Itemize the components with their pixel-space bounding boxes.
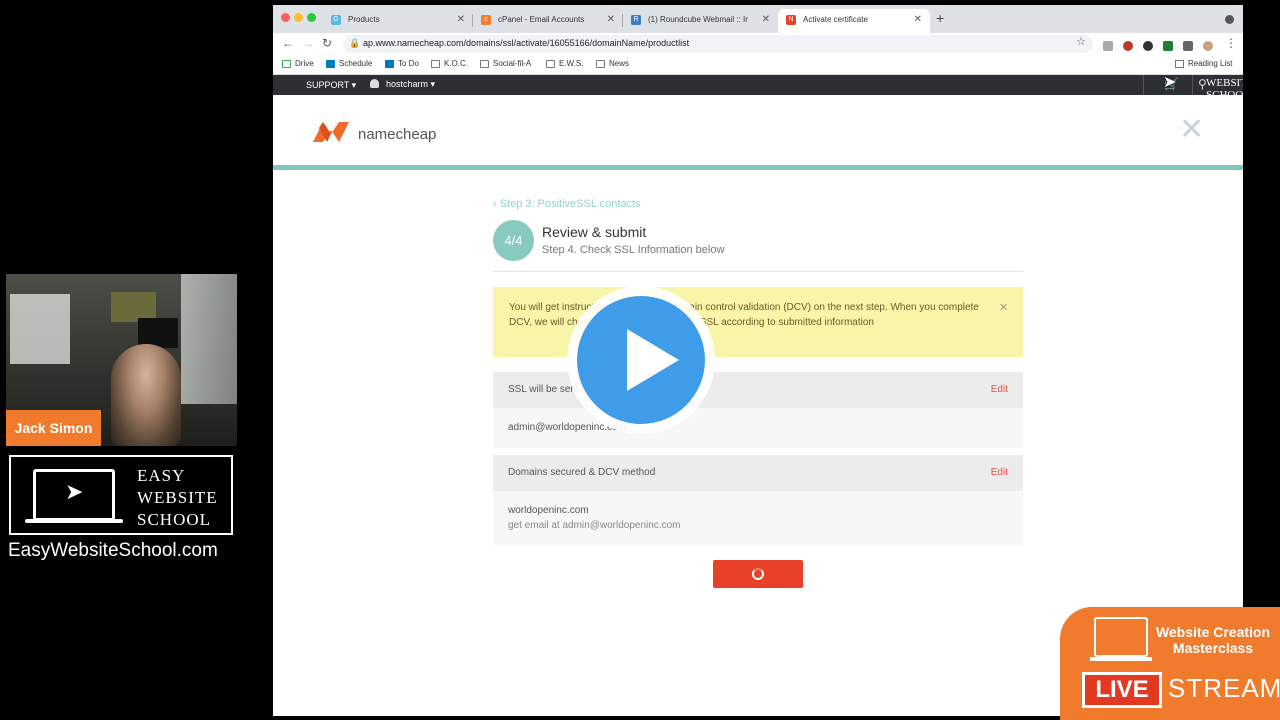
presenter (111, 344, 181, 446)
reading-list-icon (1175, 60, 1184, 68)
live-badge: LIVE (1082, 672, 1162, 708)
loading-spinner-icon (752, 568, 764, 580)
cursor-icon: ➤ (65, 479, 84, 504)
zoom-window-button[interactable] (307, 13, 316, 22)
bookmark-ews[interactable]: E.W.S. (546, 59, 583, 68)
stream-label: STREAM (1168, 673, 1280, 703)
folder-icon (480, 60, 489, 68)
tab-bar: G Products ✕ c cPanel - Email Accounts ✕… (273, 5, 1243, 33)
namecheap-header: namecheap ✕ (273, 95, 1243, 170)
close-window-button[interactable] (281, 13, 290, 22)
logo-line-1: EASY (137, 466, 186, 485)
extension-icon[interactable] (1123, 41, 1133, 51)
forward-arrow-icon[interactable]: → (302, 36, 314, 50)
presenter-name-badge: Jack Simon (6, 410, 101, 446)
user-menu[interactable]: hostcharm ▾ (370, 79, 435, 90)
lock-icon[interactable]: 🔒 (349, 38, 360, 49)
bookmark-social[interactable]: Social-fil-A (480, 59, 531, 68)
secured-domain: worldopeninc.com (508, 505, 589, 516)
close-icon[interactable]: ✕ (457, 9, 465, 31)
masterclass-promo: Website Creation Masterclass LIVE STREAM (1060, 607, 1280, 720)
tab-label: Products (348, 15, 380, 24)
tab-cpanel[interactable]: c cPanel - Email Accounts ✕ (473, 9, 623, 33)
laptop-icon (1090, 617, 1152, 661)
menu-dots-icon[interactable]: ⋮ (1225, 36, 1237, 50)
divider (493, 271, 1023, 272)
tab-roundcube[interactable]: R (1) Roundcube Webmail :: Inbox ✕ (623, 9, 778, 33)
edit-recipient-link[interactable]: Edit (991, 384, 1008, 395)
new-tab-button[interactable]: + (936, 10, 944, 26)
tab-label: cPanel - Email Accounts (498, 15, 585, 24)
site-url-caption: EasyWebsiteSchool.com (8, 540, 218, 561)
domains-panel: Domains secured & DCV method Edit worldo… (493, 455, 1023, 545)
url-text: ap.www.namecheap.com/domains/ssl/activat… (363, 38, 690, 48)
logo-line-3: SCHOOL (137, 510, 212, 529)
close-icon[interactable]: ✕ (762, 9, 770, 31)
logo-line-2: WEBSITE (137, 488, 218, 507)
url-field[interactable]: 🔒 ap.www.namecheap.com/domains/ssl/activ… (343, 35, 1093, 53)
bookmark-schedule[interactable]: Schedule (326, 59, 372, 68)
submit-button[interactable] (713, 560, 803, 588)
tab-label: (1) Roundcube Webmail :: Inbox (648, 15, 748, 24)
puzzle-icon[interactable] (1183, 41, 1193, 51)
namecheap-logo-icon (313, 122, 349, 142)
bookmark-todo[interactable]: To Do (385, 59, 419, 68)
dcv-method: get email at admin@worldopeninc.com (508, 520, 681, 531)
video-play-button[interactable] (567, 286, 715, 434)
reading-list-button[interactable]: Reading List (1175, 59, 1232, 68)
extension-icon[interactable] (1143, 41, 1153, 51)
close-icon[interactable]: ✕ (914, 9, 922, 31)
bookmark-news[interactable]: News (596, 59, 629, 68)
trello-icon (326, 60, 335, 68)
bookmark-drive[interactable]: Drive (282, 59, 314, 68)
whiteboard (10, 294, 70, 364)
close-icon[interactable]: ✕ (999, 301, 1008, 314)
folder-icon (431, 60, 440, 68)
extension-icon[interactable] (1103, 41, 1113, 51)
roundcube-icon: R (631, 15, 641, 25)
support-menu[interactable]: SUPPORT ▾ (306, 80, 356, 91)
reload-icon[interactable]: ↻ (322, 36, 332, 50)
mouse-pointer-icon: ➤ (1163, 74, 1177, 91)
promo-title: Website Creation Masterclass (1155, 624, 1271, 656)
easy-website-school-logo: ➤ EASY WEBSITE SCHOOL (9, 455, 233, 535)
back-to-step-3-link[interactable]: ‹ Step 3: PositiveSSL contacts (493, 198, 641, 210)
close-icon[interactable]: ✕ (607, 9, 615, 31)
namecheap-brand: namecheap (358, 126, 437, 143)
tab-activate-certificate[interactable]: N Activate certificate ✕ (778, 9, 930, 33)
back-arrow-icon[interactable]: ← (282, 36, 294, 50)
tab-label: Activate certificate (803, 15, 868, 24)
google-icon: G (331, 15, 341, 25)
step-title: Review & submit (542, 224, 647, 240)
bookmark-star-icon[interactable]: ☆ (1076, 35, 1086, 48)
bookmarks-bar: Drive Schedule To Do K.O.C. Social-fil-A… (273, 57, 1243, 75)
close-icon[interactable]: ✕ (1179, 115, 1204, 145)
trello-icon (385, 60, 394, 68)
profile-avatar[interactable] (1203, 41, 1213, 51)
bookmark-koc[interactable]: K.O.C. (431, 59, 468, 68)
address-bar: ← → ↻ 🔒 ap.www.namecheap.com/domains/ssl… (273, 33, 1243, 57)
minimize-window-button[interactable] (294, 13, 303, 22)
panel-title: Domains secured & DCV method (508, 467, 656, 478)
user-icon (370, 79, 379, 88)
folder-icon (546, 60, 555, 68)
namecheap-topbar: SUPPORT ▾ hostcharm ▾ 🛒 ⚲ WEBSITE SCHOOL (273, 75, 1243, 101)
namecheap-icon: N (786, 15, 796, 25)
play-icon (627, 329, 679, 391)
folder-icon (596, 60, 605, 68)
edit-domains-link[interactable]: Edit (991, 467, 1008, 478)
step-badge: 4/4 (493, 220, 534, 261)
drive-icon (282, 60, 291, 68)
cpanel-icon: c (481, 15, 491, 25)
monitor-stand (25, 519, 123, 523)
tab-search-button[interactable] (1225, 15, 1234, 24)
extension-icon[interactable] (1163, 41, 1173, 51)
step-subtitle: Step 4. Check SSL Information below (542, 244, 725, 256)
window (181, 274, 237, 404)
tab-products[interactable]: G Products ✕ (323, 9, 473, 33)
